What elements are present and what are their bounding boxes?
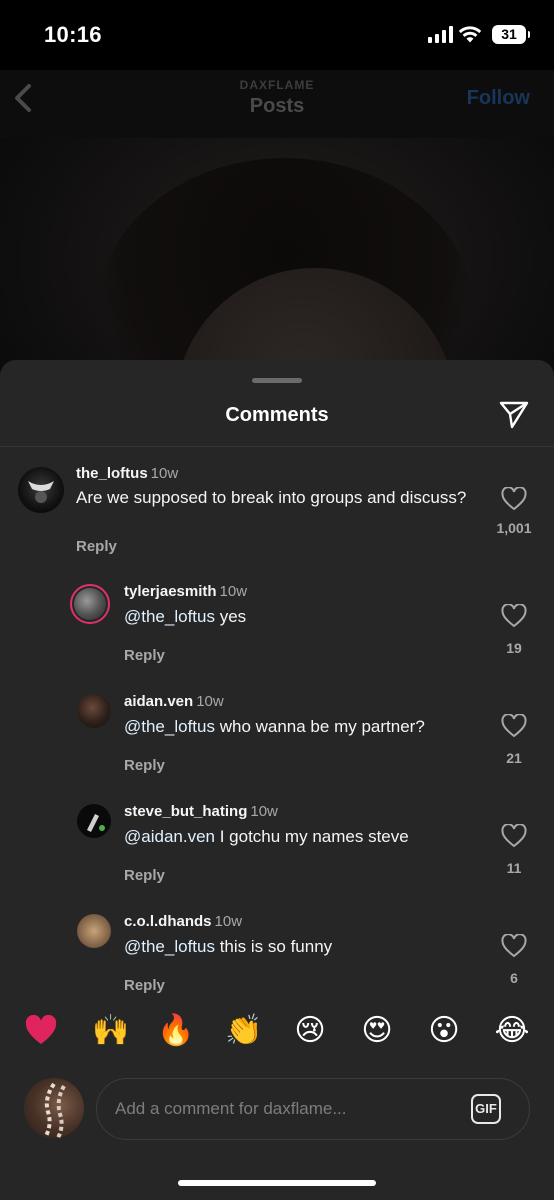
heart-icon[interactable] bbox=[501, 714, 527, 738]
avatar[interactable] bbox=[77, 914, 111, 948]
comment-input[interactable] bbox=[115, 1079, 455, 1138]
heart-shape bbox=[25, 1014, 57, 1044]
comment-time: 10w bbox=[150, 465, 179, 482]
comment-mention[interactable]: @the_loftus bbox=[124, 937, 215, 956]
comments-sheet: Comments the_loftus 10w Are we supposed t… bbox=[0, 360, 554, 1200]
reply-button[interactable]: Reply bbox=[124, 977, 165, 994]
comment-text: I gotchu my names steve bbox=[215, 827, 409, 846]
like-count: 11 bbox=[506, 860, 522, 876]
comment-mention[interactable]: @the_loftus bbox=[124, 607, 215, 626]
comment-text: this is so funny bbox=[214, 937, 333, 956]
tears-of-joy-emoji-icon[interactable]: 😂 bbox=[489, 1008, 535, 1054]
nav-header: DAXFLAME Posts Follow bbox=[0, 70, 554, 138]
comment-time: 10w bbox=[214, 913, 243, 930]
comment-composer: GIF bbox=[96, 1078, 530, 1140]
status-bar: 10:16 31 bbox=[0, 0, 554, 70]
reply-button[interactable]: Reply bbox=[124, 757, 165, 774]
reply-button[interactable]: Reply bbox=[76, 538, 117, 555]
comment-username[interactable]: tylerjaesmith bbox=[124, 583, 217, 600]
comment-item: steve_but_hating 10w @aidan.ven I gotchu … bbox=[0, 797, 554, 907]
comments-list: the_loftus 10w Are we supposed to break i… bbox=[0, 447, 554, 994]
comment-item: aidan.ven 10w @the_loftus who wanna be my… bbox=[0, 687, 554, 797]
status-time: 10:16 bbox=[44, 22, 102, 47]
avatar-story-ring[interactable] bbox=[70, 584, 110, 624]
gif-button[interactable]: GIF bbox=[471, 1094, 501, 1124]
like-count: 1,001 bbox=[496, 520, 532, 536]
like-count: 19 bbox=[506, 640, 522, 656]
reply-button[interactable]: Reply bbox=[124, 867, 165, 884]
fire-emoji-icon[interactable]: 🔥 bbox=[153, 1008, 199, 1054]
comment-item: the_loftus 10w Are we supposed to break i… bbox=[0, 447, 554, 567]
my-avatar[interactable] bbox=[24, 1078, 84, 1138]
reply-button[interactable]: Reply bbox=[124, 647, 165, 664]
comment-mention[interactable]: @aidan.ven bbox=[124, 827, 215, 846]
comment-username[interactable]: aidan.ven bbox=[124, 693, 193, 710]
like-count: 21 bbox=[506, 750, 522, 766]
share-send-icon[interactable] bbox=[498, 398, 530, 430]
comment-time: 10w bbox=[219, 583, 248, 600]
heart-icon[interactable] bbox=[501, 934, 527, 958]
heart-icon[interactable] bbox=[501, 824, 527, 848]
comment-mention[interactable]: @the_loftus bbox=[124, 717, 215, 736]
clapping-hands-emoji-icon[interactable]: 👏 bbox=[221, 1008, 267, 1054]
avatar[interactable] bbox=[77, 694, 111, 728]
comment-username[interactable]: c.o.l.dhands bbox=[124, 913, 212, 930]
battery-icon: 31 bbox=[492, 25, 530, 44]
surprised-face-emoji-icon[interactable]: 😮 bbox=[421, 1008, 467, 1054]
comment-text: who wanna be my partner? bbox=[214, 717, 425, 736]
comment-item: tylerjaesmith 10w @the_loftus yes Reply 1… bbox=[0, 577, 554, 687]
emoji-quick-bar: 🙌 🔥 👏 😢 😍 😮 😂 bbox=[0, 1008, 554, 1060]
like-count: 6 bbox=[510, 970, 518, 986]
follow-button[interactable]: Follow bbox=[467, 87, 530, 110]
avatar[interactable] bbox=[77, 804, 111, 838]
wifi-icon bbox=[458, 26, 482, 43]
raising-hands-emoji-icon[interactable]: 🙌 bbox=[88, 1008, 134, 1054]
cellular-signal-icon bbox=[428, 26, 453, 43]
crying-face-emoji-icon[interactable]: 😢 bbox=[287, 1008, 333, 1054]
sheet-grabber[interactable] bbox=[252, 378, 302, 383]
sheet-title: Comments bbox=[225, 404, 329, 426]
avatar bbox=[74, 588, 106, 620]
comment-username[interactable]: steve_but_hating bbox=[124, 803, 247, 820]
comment-item: c.o.l.dhands 10w @the_loftus this is so f… bbox=[0, 907, 554, 994]
red-heart-emoji-icon[interactable] bbox=[18, 1008, 64, 1054]
comment-text: yes bbox=[214, 607, 247, 626]
heart-icon[interactable] bbox=[501, 487, 527, 511]
avatar[interactable] bbox=[18, 467, 64, 513]
comment-text: Are we supposed to break into groups and… bbox=[76, 488, 467, 507]
heart-icon[interactable] bbox=[501, 604, 527, 628]
home-indicator[interactable] bbox=[178, 1180, 376, 1186]
heart-eyes-emoji-icon[interactable]: 😍 bbox=[354, 1008, 400, 1054]
comment-time: 10w bbox=[250, 803, 278, 820]
comment-username[interactable]: the_loftus bbox=[76, 465, 148, 482]
post-image bbox=[0, 138, 554, 378]
comment-time: 10w bbox=[196, 693, 224, 710]
